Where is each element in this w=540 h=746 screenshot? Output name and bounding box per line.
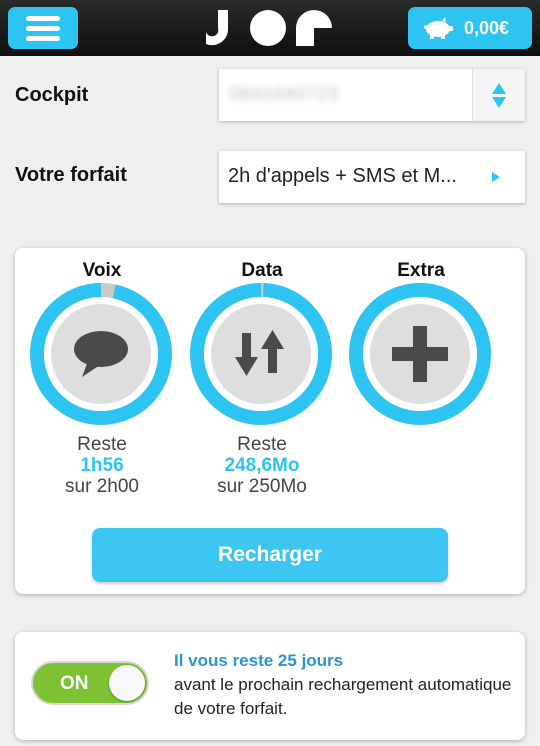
arrow-up-icon — [492, 82, 506, 94]
menu-button[interactable] — [8, 7, 78, 49]
hamburger-icon — [26, 15, 60, 21]
top-bar: 0,00€ — [0, 0, 540, 56]
auto-recharge-card: ON Il vous reste 25 jours avant le proch… — [15, 632, 525, 740]
forfait-select[interactable]: 2h d'appels + SMS et M... — [219, 151, 525, 203]
toggle-label: ON — [60, 673, 89, 694]
cockpit-stepper[interactable] — [472, 69, 525, 121]
cockpit-label: Cockpit — [15, 84, 89, 106]
recharge-button[interactable]: Recharger — [92, 528, 448, 582]
forfait-value: 2h d'appels + SMS et M... — [228, 165, 457, 187]
balance-amount: 0,00€ — [464, 17, 510, 38]
arrow-down-icon — [492, 96, 506, 108]
toggle-knob[interactable] — [109, 665, 145, 701]
total-value: sur 250Mo — [217, 476, 307, 497]
usage-card: Voix Reste 1h56 sur 2h00 Data Reste 248,… — [15, 248, 525, 594]
gauge-title: Voix — [82, 260, 122, 281]
remaining-value: 1h56 — [80, 455, 124, 476]
auto-recharge-toggle[interactable]: ON — [31, 661, 149, 705]
remaining-value: 248,6Mo — [224, 455, 300, 476]
cockpit-value: 0601040723 — [229, 84, 340, 104]
cockpit-select[interactable]: 0601040723 — [219, 69, 525, 121]
reste-label: Reste — [237, 434, 287, 455]
auto-recharge-description: avant le prochain rechargement automatiq… — [174, 675, 512, 718]
forfait-label: Votre forfait — [15, 164, 127, 186]
reste-label: Reste — [77, 434, 127, 455]
days-remaining-text: Il vous reste 25 jours — [174, 651, 344, 670]
piggy-bank-icon — [424, 17, 453, 39]
joe-logo — [206, 10, 332, 46]
wallet-button[interactable]: 0,00€ — [408, 7, 532, 49]
total-value: sur 2h00 — [65, 476, 139, 497]
play-right-icon — [492, 172, 500, 182]
gauge-title: Extra — [397, 260, 445, 281]
gauge-title: Data — [241, 260, 283, 281]
